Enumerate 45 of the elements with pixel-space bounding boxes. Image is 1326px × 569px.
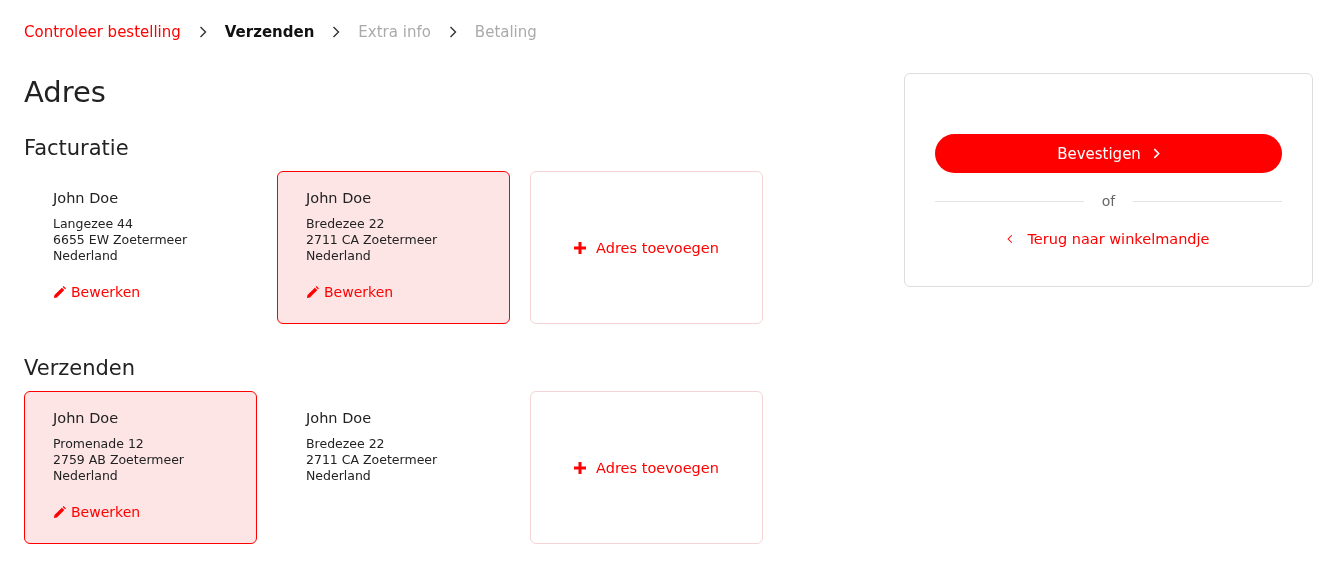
- section-heading: Facturatie: [24, 135, 130, 162]
- page-title: Adres: [24, 74, 107, 111]
- confirm-button[interactable]: Bevestigen: [935, 134, 1282, 173]
- address-line: Nederland: [53, 248, 119, 264]
- address-line: 2759 AB Zoetermeer: [53, 452, 185, 468]
- address-card[interactable]: John Doe Langezee 44 6655 EW Zoetermeer Nederland Bewerken: [24, 171, 257, 324]
- address-name: John Doe: [306, 409, 373, 428]
- address-line: Langezee 44: [53, 216, 134, 232]
- address-line: Bredezee 22: [306, 436, 386, 452]
- chevron-right-icon: [1152, 148, 1160, 159]
- breadcrumb-step[interactable]: Betaling: [474, 23, 537, 41]
- pencil-icon: [53, 285, 66, 299]
- address-name: John Doe: [53, 409, 120, 428]
- address-card[interactable]: John Doe Bredezee 22 2711 CA Zoetermeer Nederland Bewerken: [277, 171, 510, 324]
- address-card[interactable]: John Doe Promenade 12 2759 AB Zoetermeer Nederland Bewerken: [24, 391, 257, 544]
- address-name: John Doe: [306, 189, 373, 208]
- address-line: 2711 CA Zoetermeer: [306, 452, 439, 468]
- section-heading: Verzenden: [24, 355, 137, 382]
- add-address-button[interactable]: Adres toevoegen: [530, 391, 763, 544]
- breadcrumb-step[interactable]: Extra info: [358, 23, 431, 41]
- add-address-button[interactable]: Adres toevoegen: [530, 171, 763, 324]
- separator-text: of: [1101, 193, 1116, 209]
- chevron-right-icon: [448, 26, 457, 38]
- address-card[interactable]: John Doe Bredezee 22 2711 CA Zoetermeer Nederland: [277, 391, 510, 544]
- chevron-left-icon: [1007, 234, 1014, 244]
- plus-icon: [574, 241, 587, 254]
- address-line: Promenade 12: [53, 436, 145, 452]
- chevron-right-icon: [332, 26, 341, 38]
- pencil-icon: [53, 505, 66, 519]
- address-line: Bredezee 22: [306, 216, 386, 232]
- chevron-right-icon: [198, 26, 207, 38]
- breadcrumb-step[interactable]: Controleer bestelling: [24, 23, 181, 41]
- plus-icon: [574, 461, 587, 474]
- pencil-icon: [306, 285, 319, 299]
- edit-link[interactable]: Bewerken: [306, 284, 497, 300]
- address-line: Nederland: [306, 248, 372, 264]
- address-line: Nederland: [306, 468, 372, 484]
- address-line: 2711 CA Zoetermeer: [306, 232, 439, 248]
- address-line: Nederland: [53, 468, 119, 484]
- address-name: John Doe: [53, 189, 120, 208]
- back-link[interactable]: Terug naar winkelmandje: [935, 231, 1282, 247]
- address-line: 6655 EW Zoetermeer: [53, 232, 189, 248]
- breadcrumb-step[interactable]: Verzenden: [224, 23, 315, 41]
- edit-link[interactable]: Bewerken: [53, 504, 244, 520]
- edit-link[interactable]: Bewerken: [53, 284, 244, 300]
